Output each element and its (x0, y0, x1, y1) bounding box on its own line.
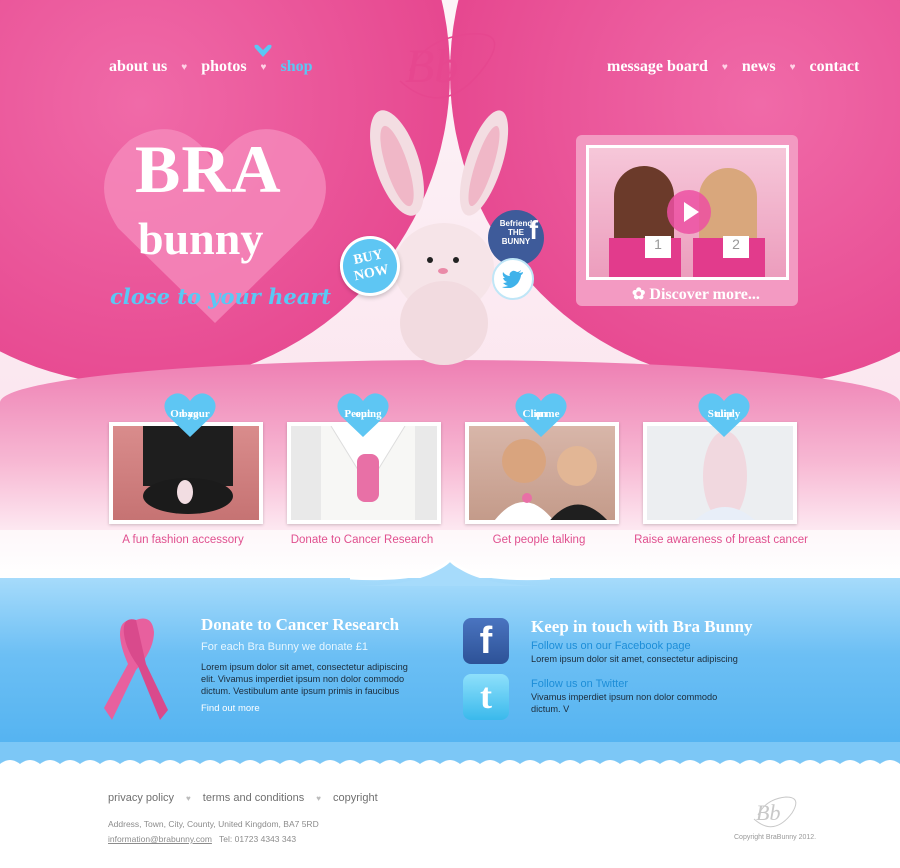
twitter-icon[interactable]: t (463, 674, 509, 720)
hero-tagline: close to your heart (110, 284, 332, 309)
footer-links: privacy policy ♥ terms and conditions ♥ … (108, 792, 378, 804)
find-out-more-link[interactable]: Find out more (201, 703, 260, 714)
twitter-follow-link[interactable]: Follow us on Twitter (531, 678, 628, 690)
bb-logo[interactable]: Bb (385, 26, 515, 104)
nav-heart-separator-icon: ♥ (181, 61, 188, 73)
nav-contact[interactable]: contact (810, 58, 860, 76)
hero-title-bra: BRA (135, 131, 282, 207)
feature-heart-label-peeping: Peeping out (337, 392, 389, 438)
discover-more-link[interactable]: ✿ Discover more... (632, 284, 760, 304)
main-nav-right: message board ♥ news ♥ contact (607, 58, 859, 76)
nav-message-board[interactable]: message board (607, 58, 708, 76)
feature-photo-sturdy (647, 426, 793, 520)
feature-heart-label-sturdy: Sturdy clip (698, 392, 750, 438)
social-heading: Keep in touch with Bra Bunny (531, 617, 753, 636)
nav-heart-separator-icon: ♥ (721, 61, 728, 73)
section-notch-divider (350, 560, 550, 586)
donate-body-1: Lorem ipsum dolor sit amet, consectetur … (201, 662, 408, 672)
footer-bb-logo: Bb (753, 796, 797, 828)
facebook-follow-link[interactable]: Follow us on our Facebook page (531, 640, 691, 652)
footer-terms-link[interactable]: terms and conditions (203, 792, 305, 804)
feature-photo-peeping (291, 426, 437, 520)
twitter-body-1: Vivamus imperdiet ipsum non dolor commod… (531, 692, 718, 702)
feature-heart-line2: clip (715, 408, 733, 420)
feature-heart-line2: bag (181, 408, 199, 420)
footer-contact: information@brabunny.com Tel: 01723 4343… (108, 834, 296, 844)
main-nav-left: about us ♥ photos ♥ shop (109, 58, 313, 76)
nav-news[interactable]: news (742, 58, 776, 76)
feature-caption-sturdy[interactable]: Raise awareness of breast cancer (626, 534, 816, 546)
donate-heading: Donate to Cancer Research (201, 615, 400, 634)
active-heart-icon (254, 44, 272, 57)
footer-privacy-link[interactable]: privacy policy (108, 792, 174, 804)
donate-body-3: dictum. Vestibulum ante ipsum primis in … (201, 686, 400, 696)
nav-heart-separator-icon: ♥ (260, 61, 267, 73)
footer-copyright-link[interactable]: copyright (333, 792, 378, 804)
flower-icon: ✿ (632, 286, 646, 303)
feature-heart-label-clip: Clip me on (515, 392, 567, 438)
svg-text:Bb: Bb (405, 40, 458, 93)
nav-about-us[interactable]: about us (109, 58, 167, 76)
play-button-icon[interactable] (667, 190, 711, 234)
svg-text:Bb: Bb (756, 800, 780, 825)
nav-shop[interactable]: shop (280, 58, 312, 76)
feature-photo-bag (113, 426, 259, 520)
footer-telephone: Tel: 01723 4343 343 (219, 834, 297, 844)
footer-heart-separator-icon: ♥ (186, 793, 191, 803)
facebook-icon: f (529, 215, 538, 245)
footer-heart-separator-icon: ♥ (316, 793, 322, 803)
discover-more-label: Discover more... (649, 286, 760, 303)
feature-caption-clip[interactable]: Get people talking (444, 534, 634, 546)
facebook-body: Lorem ipsum dolor sit amet, consectetur … (531, 654, 738, 664)
footer-address: Address, Town, City, County, United King… (108, 819, 319, 829)
nav-photos[interactable]: photos (201, 58, 246, 76)
video-card-2: 2 (723, 236, 749, 258)
feature-heart-line2: out (355, 408, 371, 420)
twitter-body-2: dictum. V (531, 704, 570, 714)
footer-email-link[interactable]: information@brabunny.com (108, 834, 212, 844)
feature-heart-label-bag: On your bag (164, 392, 216, 438)
facebook-icon[interactable]: f (463, 618, 509, 664)
feature-caption-bag[interactable]: A fun fashion accessory (88, 534, 278, 546)
donate-subheading: For each Bra Bunny we donate £1 (201, 641, 368, 653)
feature-caption-peeping[interactable]: Donate to Cancer Research (267, 534, 457, 546)
feature-photo-clip (469, 426, 615, 520)
nav-heart-separator-icon: ♥ (789, 61, 796, 73)
hero-title-bunny: bunny (138, 213, 264, 264)
twitter-bird-button[interactable] (492, 258, 534, 300)
pink-ribbon-icon (104, 618, 168, 720)
twitter-bird-icon (502, 270, 523, 289)
lace-border (0, 742, 900, 772)
donate-body-2: elit. Vivamus imperdiet ipsum non dolor … (201, 674, 405, 684)
video-card-1: 1 (645, 236, 671, 258)
footer-copyright-text: Copyright BraBunny 2012. (734, 834, 817, 841)
feature-heart-line2: on (535, 408, 547, 420)
